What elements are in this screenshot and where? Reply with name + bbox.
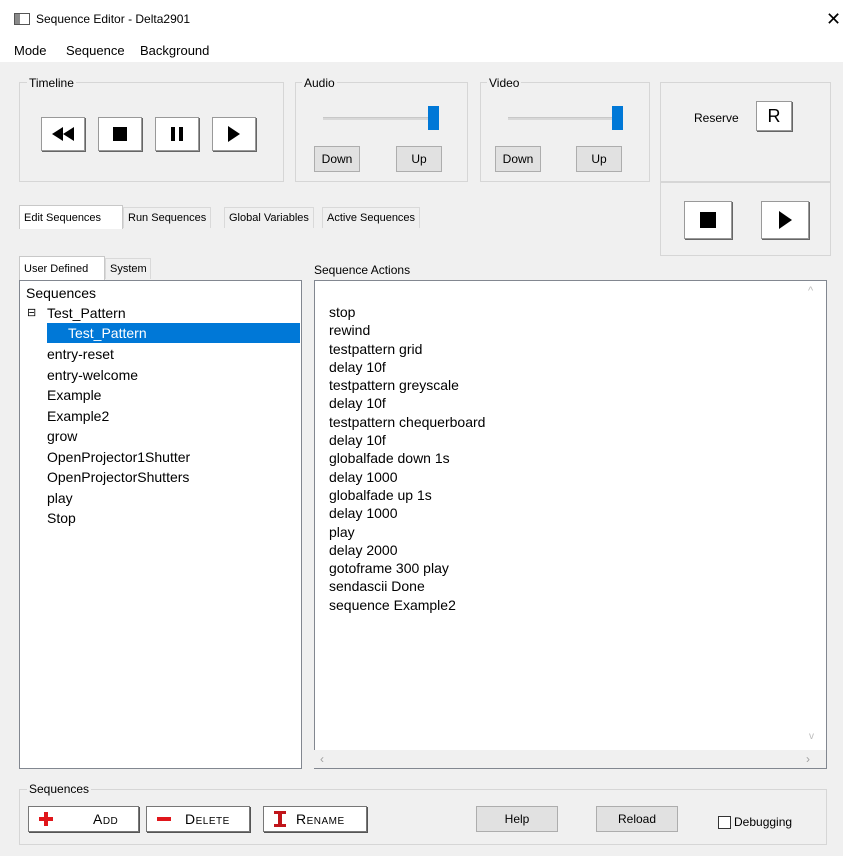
action-line: gotoframe 300 play xyxy=(329,560,449,577)
audio-slider-thumb[interactable] xyxy=(428,106,439,130)
tab-system[interactable]: System xyxy=(105,258,151,279)
pause-icon xyxy=(171,127,183,141)
tree-item-selected[interactable]: Test_Pattern xyxy=(68,323,147,343)
tree-item[interactable]: entry-reset xyxy=(47,344,114,365)
scroll-right-icon[interactable]: › xyxy=(806,752,810,766)
action-line: play xyxy=(329,523,355,540)
video-slider-thumb[interactable] xyxy=(612,106,623,130)
horizontal-scrollbar[interactable] xyxy=(314,750,826,768)
menu-bar xyxy=(0,40,843,62)
tab-active-sequences[interactable]: Active Sequences xyxy=(322,207,421,228)
play-button[interactable] xyxy=(212,117,256,151)
video-up-button[interactable]: Up xyxy=(576,146,622,172)
tab-edit-sequences[interactable]: Edit Sequences xyxy=(19,205,123,229)
action-line: delay 10f xyxy=(329,432,386,449)
audio-down-button[interactable]: Down xyxy=(314,146,360,172)
action-line: testpattern grid xyxy=(329,340,423,357)
scroll-up-icon[interactable]: ^ xyxy=(808,285,813,297)
timeline-label: Timeline xyxy=(27,76,76,90)
expander-icon[interactable]: ⊟ xyxy=(27,303,36,324)
tree-item[interactable]: Example xyxy=(47,385,101,406)
action-line: globalfade down 1s xyxy=(329,450,450,467)
reserve-stop-button[interactable] xyxy=(684,201,732,239)
action-line: sequence Example2 xyxy=(329,596,456,613)
reserve-label: Reserve xyxy=(694,111,739,125)
scroll-down-icon[interactable]: v xyxy=(809,731,814,742)
action-line: stop xyxy=(329,304,356,320)
help-button[interactable]: Help xyxy=(476,806,558,832)
reserve-play-button[interactable] xyxy=(761,201,809,239)
debugging-label: Debugging xyxy=(734,815,793,829)
menu-background[interactable]: Background xyxy=(140,43,209,58)
tree-item[interactable]: play xyxy=(47,488,73,509)
tree-item[interactable]: entry-welcome xyxy=(47,365,138,386)
action-line: delay 1000 xyxy=(329,468,398,485)
add-button[interactable]: Add xyxy=(28,806,139,832)
tree-item[interactable]: Test_Pattern xyxy=(47,303,126,324)
app-icon xyxy=(14,13,30,25)
actions-list: stop rewind testpattern grid delay 10f t… xyxy=(329,303,485,614)
rename-label: Rename xyxy=(296,811,345,827)
delete-button[interactable]: Delete xyxy=(146,806,250,832)
tab-global-variables[interactable]: Global Variables xyxy=(224,207,314,228)
reserve-group xyxy=(660,82,831,182)
window-title: Sequence Editor - Delta2901 xyxy=(36,12,191,26)
sequence-actions-label: Sequence Actions xyxy=(314,263,411,277)
footer-label: Sequences xyxy=(27,782,92,796)
plus-icon xyxy=(39,812,53,826)
action-line: delay 10f xyxy=(329,395,386,412)
rename-icon xyxy=(274,811,286,827)
rewind-icon xyxy=(52,127,74,141)
footer-group xyxy=(19,789,827,845)
action-line: globalfade up 1s xyxy=(329,486,432,503)
menu-sequence[interactable]: Sequence xyxy=(66,43,125,58)
minus-icon xyxy=(157,817,171,821)
reserve-button[interactable]: R xyxy=(756,101,792,131)
add-label: Add xyxy=(93,811,119,827)
tree-item[interactable]: OpenProjectorShutters xyxy=(47,467,189,488)
rewind-button[interactable] xyxy=(41,117,85,151)
pause-button[interactable] xyxy=(155,117,199,151)
rename-button[interactable]: Rename xyxy=(263,806,367,832)
action-line: delay 2000 xyxy=(329,541,398,558)
stop-button[interactable] xyxy=(98,117,142,151)
tab-run-sequences[interactable]: Run Sequences xyxy=(123,207,212,228)
stop-icon xyxy=(700,212,716,228)
audio-slider[interactable] xyxy=(323,117,438,120)
play-icon xyxy=(778,211,792,229)
action-line: delay 10f xyxy=(329,358,386,375)
action-line: sendascii Done xyxy=(329,578,425,595)
close-icon[interactable]: ✕ xyxy=(826,10,841,28)
tree-item[interactable]: OpenProjector1Shutter xyxy=(47,447,190,468)
video-down-button[interactable]: Down xyxy=(495,146,541,172)
debugging-checkbox[interactable] xyxy=(718,816,731,829)
tab-user-defined[interactable]: User Defined xyxy=(19,256,105,280)
tree-item[interactable]: Example2 xyxy=(47,406,109,427)
tree-root: Sequences xyxy=(26,285,97,301)
play-icon xyxy=(228,126,240,142)
reload-button[interactable]: Reload xyxy=(596,806,678,832)
action-line: delay 1000 xyxy=(329,505,398,522)
audio-up-button[interactable]: Up xyxy=(396,146,442,172)
tree-item[interactable]: Stop xyxy=(47,508,76,529)
stop-icon xyxy=(113,127,127,141)
audio-label: Audio xyxy=(302,76,337,90)
video-slider[interactable] xyxy=(508,117,622,120)
action-line: testpattern chequerboard xyxy=(329,413,486,430)
tree-item[interactable]: grow xyxy=(47,426,77,447)
menu-mode[interactable]: Mode xyxy=(14,43,47,58)
delete-label: Delete xyxy=(185,811,230,827)
action-line: rewind xyxy=(329,322,371,339)
scroll-left-icon[interactable]: ‹ xyxy=(320,752,324,766)
video-label: Video xyxy=(487,76,522,90)
action-line: testpattern greyscale xyxy=(329,377,459,394)
